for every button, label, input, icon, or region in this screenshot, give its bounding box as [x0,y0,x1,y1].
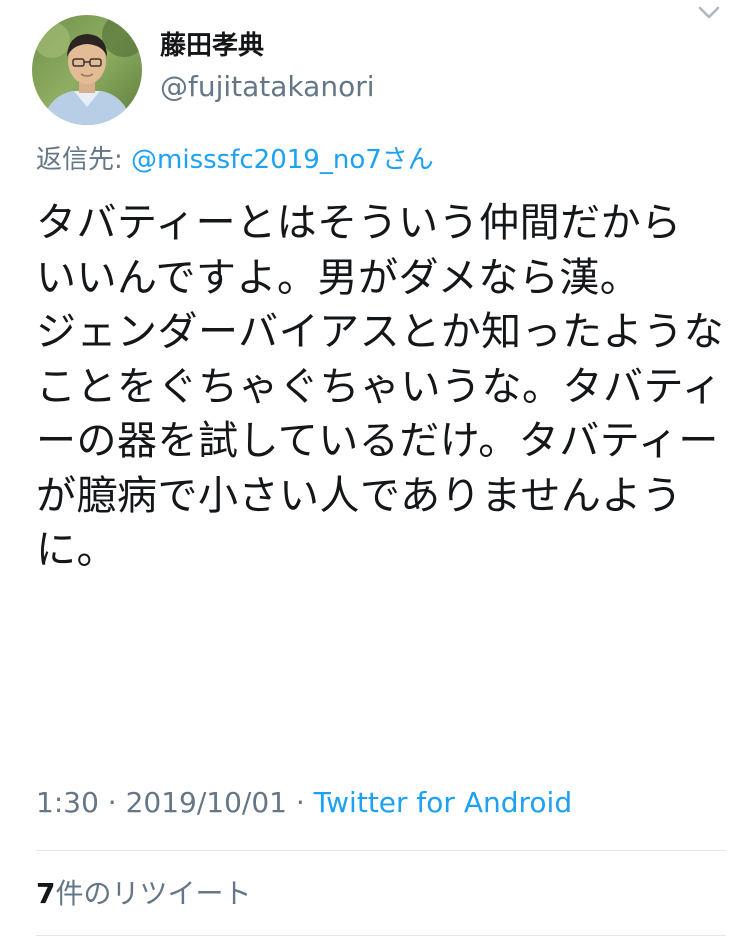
chevron-down-icon[interactable] [692,0,726,26]
tweet-date[interactable]: 2019/10/01 [126,786,287,819]
avatar[interactable] [32,15,142,125]
retweet-count: 7 [36,877,56,910]
reply-target-link[interactable]: @misssfc2019_no7さん [131,145,434,175]
avatar-photo-icon [32,15,142,125]
author-handle[interactable]: @fujitatakanori [160,70,374,104]
retweet-label: 件のリツイート [55,877,252,910]
meta-separator: · [286,786,314,819]
divider [36,935,726,936]
tweet-time[interactable]: 1:30 [36,786,99,819]
meta-separator: · [98,786,126,819]
divider [36,850,726,851]
reply-context: 返信先: @misssfc2019_no7さん [36,143,434,177]
tweet-text: タバティーとはそういう仲間だから いいんですよ。男がダメなら漢。 ジェンダーバイ… [36,200,725,573]
tweet-card: 藤田孝典 @fujitatakanori 返信先: @misssfc2019_n… [0,0,750,940]
author-display-name[interactable]: 藤田孝典 [160,30,264,62]
tweet-meta: 1:30 · 2019/10/01 · Twitter for Android [36,785,572,821]
reply-prefix: 返信先: [36,145,132,175]
source-app-link[interactable]: Twitter for Android [314,786,572,819]
retweet-count-link[interactable]: 7件のリツイート [36,876,252,912]
